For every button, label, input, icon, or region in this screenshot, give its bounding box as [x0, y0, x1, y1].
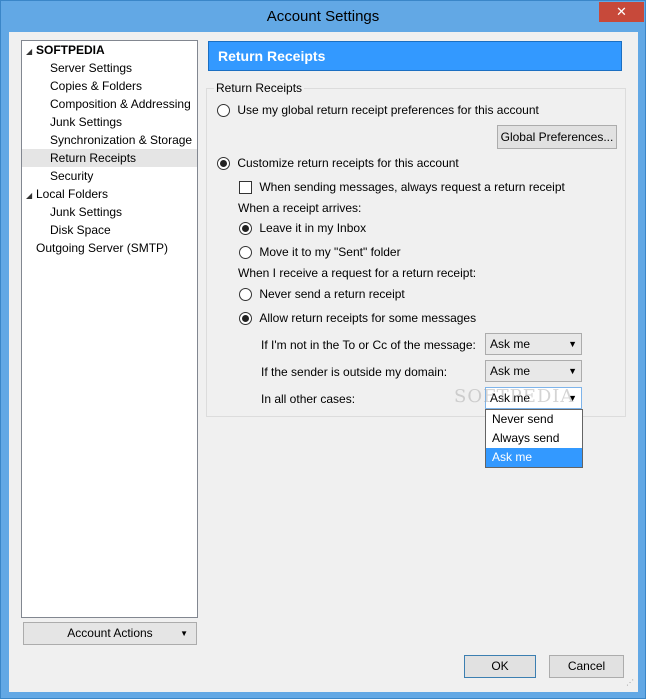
outside-domain-select[interactable]: Ask me ▼ [485, 360, 582, 382]
use-global-radio[interactable] [217, 104, 230, 118]
group-label: Return Receipts [214, 81, 305, 95]
tree-item[interactable]: Disk Space [50, 221, 111, 239]
resize-grip-icon[interactable]: ⋰ [626, 678, 636, 688]
outside-domain-value: Ask me [490, 364, 531, 378]
allow-some-radio[interactable] [239, 312, 252, 326]
close-button[interactable]: ✕ [599, 2, 644, 22]
never-send-radio[interactable] [239, 288, 252, 302]
cancel-button[interactable]: Cancel [549, 655, 624, 678]
tree-item[interactable]: Server Settings [50, 59, 132, 77]
title-bar[interactable]: Account Settings ✕ [1, 1, 645, 32]
tree-item-label: SOFTPEDIA [36, 43, 105, 57]
always-request-checkbox[interactable] [239, 181, 252, 195]
other-cases-label: In all other cases: [261, 392, 356, 406]
always-request-label: When sending messages, always request a … [259, 180, 565, 194]
dialog-client-area: ◢ SOFTPEDIA Server Settings Copies & Folder… [9, 32, 638, 692]
account-actions-button[interactable]: Account Actions ▼ [23, 622, 197, 645]
panel-title: Return Receipts [208, 41, 622, 71]
use-global-option[interactable]: Use my global return receipt preferences… [217, 103, 539, 118]
tree-item-label: Return Receipts [50, 151, 137, 165]
tree-item[interactable]: Junk Settings [50, 203, 122, 221]
chevron-down-icon: ▼ [568, 339, 577, 349]
not-in-to-select[interactable]: Ask me ▼ [485, 333, 582, 355]
window-title: Account Settings [266, 8, 380, 25]
tree-item[interactable]: ◢ SOFTPEDIA [26, 41, 105, 59]
customize-label: Customize return receipts for this accou… [237, 156, 459, 170]
tree-item-label: Outgoing Server (SMTP) [36, 241, 169, 255]
tree-item-label: Local Folders [36, 187, 109, 201]
tree-item[interactable]: Junk Settings [50, 113, 122, 131]
tree-item-label: Synchronization & Storage [50, 133, 193, 147]
chevron-down-icon: ▼ [180, 629, 188, 638]
leave-inbox-option[interactable]: Leave it in my Inbox [239, 221, 367, 236]
not-in-to-label: If I'm not in the To or Cc of the messag… [261, 338, 476, 352]
tree-item[interactable]: Copies & Folders [50, 77, 142, 95]
ok-button[interactable]: OK [464, 655, 536, 678]
when-request-label: When I receive a request for a return re… [238, 266, 477, 280]
softpedia-watermark: SOFTPEDIA [454, 386, 575, 407]
use-global-label: Use my global return receipt preferences… [237, 103, 539, 117]
not-in-to-value: Ask me [490, 337, 531, 351]
chevron-down-icon: ▼ [568, 366, 577, 376]
tree-item[interactable]: Outgoing Server (SMTP) [26, 239, 168, 257]
allow-some-label: Allow return receipts for some messages [259, 311, 477, 325]
other-cases-dropdown-list: Never send Always send Ask me [485, 409, 583, 468]
expand-arrow-icon[interactable]: ◢ [26, 187, 36, 205]
tree-item[interactable]: Composition & Addressing [50, 95, 191, 113]
when-arrives-label: When a receipt arrives: [238, 201, 362, 215]
outside-domain-label: If the sender is outside my domain: [261, 365, 448, 379]
tree-item-label: Security [50, 169, 94, 183]
always-request-option[interactable]: When sending messages, always request a … [239, 180, 565, 195]
tree-item[interactable]: ◢ Local Folders [26, 185, 108, 203]
customize-radio[interactable] [217, 157, 230, 171]
tree-item-label: Composition & Addressing [50, 97, 191, 111]
account-tree[interactable]: ◢ SOFTPEDIA Server Settings Copies & Folder… [21, 40, 198, 618]
dropdown-option-ask-me[interactable]: Ask me [486, 448, 582, 467]
tree-item-label: Junk Settings [50, 115, 123, 129]
never-send-option[interactable]: Never send a return receipt [239, 287, 405, 302]
allow-some-option[interactable]: Allow return receipts for some messages [239, 311, 477, 326]
tree-item-label: Junk Settings [50, 205, 123, 219]
never-send-label: Never send a return receipt [259, 287, 405, 301]
global-preferences-button[interactable]: Global Preferences... [497, 125, 617, 149]
tree-item-label: Disk Space [50, 223, 111, 237]
tree-item[interactable]: Security [50, 167, 93, 185]
move-sent-label: Move it to my "Sent" folder [259, 245, 401, 259]
tree-item[interactable]: Return Receipts [22, 149, 197, 167]
customize-option[interactable]: Customize return receipts for this accou… [217, 156, 459, 171]
account-actions-label: Account Actions [67, 626, 153, 640]
move-sent-radio[interactable] [239, 246, 252, 260]
account-settings-window: Account Settings ✕ ◢ SOFTPEDIA Server Sett… [0, 0, 646, 699]
move-sent-option[interactable]: Move it to my "Sent" folder [239, 245, 401, 260]
tree-item-label: Server Settings [50, 61, 133, 75]
leave-inbox-radio[interactable] [239, 222, 252, 236]
leave-inbox-label: Leave it in my Inbox [259, 221, 367, 235]
tree-item-label: Copies & Folders [50, 79, 143, 93]
expand-arrow-icon[interactable]: ◢ [26, 43, 36, 61]
dropdown-option-always-send[interactable]: Always send [486, 429, 582, 448]
dropdown-option-never-send[interactable]: Never send [486, 410, 582, 429]
tree-item[interactable]: Synchronization & Storage [50, 131, 192, 149]
